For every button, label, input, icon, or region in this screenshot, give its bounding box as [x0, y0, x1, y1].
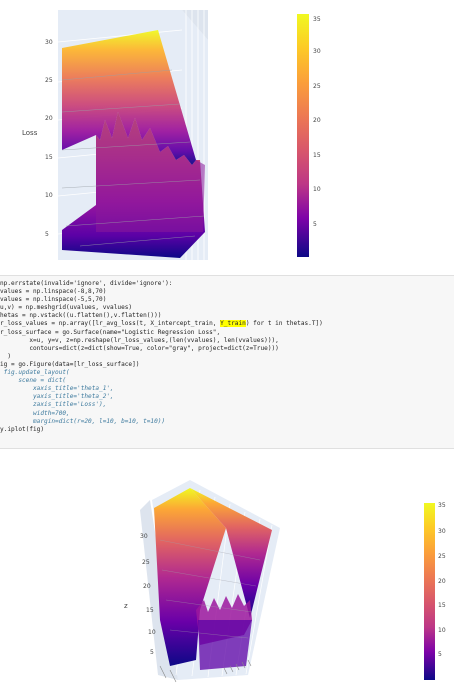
colorbar-tick: 30 — [438, 528, 446, 535]
code-line: contours=dict(z=dict(show=True, color="g… — [0, 344, 279, 352]
code-line: ig = go.Figure(data=[lr_loss_surface]) — [0, 360, 140, 368]
colorbar-tick: 15 — [438, 602, 446, 609]
z-tick: 25 — [45, 77, 53, 84]
code-line: hetas = np.vstack((u.flatten(),v.flatten… — [0, 312, 162, 320]
code-line: r_loss_surface = go.Surface(name="Logist… — [0, 328, 221, 336]
z-tick: 5 — [150, 649, 154, 656]
code-line-commented: zaxis_title='Loss'), — [0, 401, 107, 409]
code-line: y.iplot(fig) — [0, 425, 45, 433]
colorbar-tick: 35 — [438, 502, 446, 509]
colorbar-top: 35 30 25 20 15 10 5 — [297, 14, 321, 257]
code-line: r_loss_values = np.array([lr_avg_loss(t,… — [0, 320, 221, 328]
colorbar-tick: 15 — [313, 152, 321, 159]
code-line: ) — [0, 352, 12, 360]
colorbar-tick: 30 — [313, 48, 321, 55]
code-line: values = np.linspace(-8,8,70) — [0, 288, 107, 296]
z-tick: 5 — [45, 231, 49, 238]
code-line-commented: xaxis_title='theta_1', — [0, 385, 114, 393]
z-tick: 20 — [45, 115, 53, 122]
loss-surface-plot-top[interactable]: 30 25 20 15 10 5 Loss 35 30 25 20 15 10 … — [0, 0, 454, 265]
code-editor[interactable]: np.errstate(invalid='ignore', divide='ig… — [0, 276, 454, 434]
z-tick: 10 — [148, 629, 156, 636]
colorbar-tick: 5 — [313, 221, 317, 228]
code-line-commented: width=700, — [0, 409, 70, 417]
loss-surface-plot-bottom[interactable]: 30 25 20 15 10 5 z 35 30 25 20 15 10 5 — [0, 470, 454, 690]
colorbar-tick: 20 — [313, 117, 321, 124]
colorbar-tick: 5 — [438, 651, 442, 658]
code-line-commented: fig.update_layout( — [0, 369, 70, 377]
plot-top-svg: 30 25 20 15 10 5 Loss 35 30 25 20 15 10 … — [22, 10, 321, 260]
z-axis-title: z — [124, 602, 128, 610]
code-line: u,v) = np.meshgrid(uvalues, vvalues) — [0, 304, 133, 312]
code-line-commented: scene = dict( — [0, 377, 67, 385]
colorbar-tick: 10 — [438, 627, 446, 634]
code-line: np.errstate(invalid='ignore', divide='ig… — [0, 280, 173, 287]
z-tick: 30 — [45, 39, 53, 46]
code-line-commented: margin=dict(r=20, l=10, b=10, t=10)) — [0, 417, 166, 425]
z-axis-ticks: 30 25 20 15 10 5 — [45, 39, 53, 238]
code-line: values = np.linspace(-5,5,70) — [0, 296, 107, 304]
colorbar-tick: 10 — [313, 186, 321, 193]
z-tick: 10 — [45, 192, 53, 199]
colorbar-tick: 20 — [438, 578, 446, 585]
z-tick: 25 — [142, 559, 150, 566]
colorbar-tick: 25 — [313, 83, 321, 90]
code-line: x=u, y=v, z=np.reshape(lr_loss_values,(l… — [0, 336, 279, 344]
z-axis-title: Loss — [22, 129, 38, 137]
z-tick: 30 — [140, 533, 148, 540]
z-tick: 15 — [45, 154, 53, 161]
colorbar-bottom: 35 30 25 20 15 10 5 — [424, 502, 446, 680]
code-cell[interactable]: np.errstate(invalid='ignore', divide='ig… — [0, 275, 454, 449]
code-line-commented: yaxis_title='theta_2', — [0, 393, 114, 401]
plot-bottom-svg: 30 25 20 15 10 5 z 35 30 25 20 15 10 5 — [124, 480, 446, 683]
highlighted-token: Y_train — [220, 320, 246, 328]
colorbar-tick: 25 — [438, 553, 446, 560]
z-tick: 20 — [143, 583, 151, 590]
code-line-tail: ) for t in thetas.T]) — [245, 320, 323, 328]
z-tick: 15 — [146, 607, 154, 614]
colorbar-tick: 35 — [313, 16, 321, 23]
